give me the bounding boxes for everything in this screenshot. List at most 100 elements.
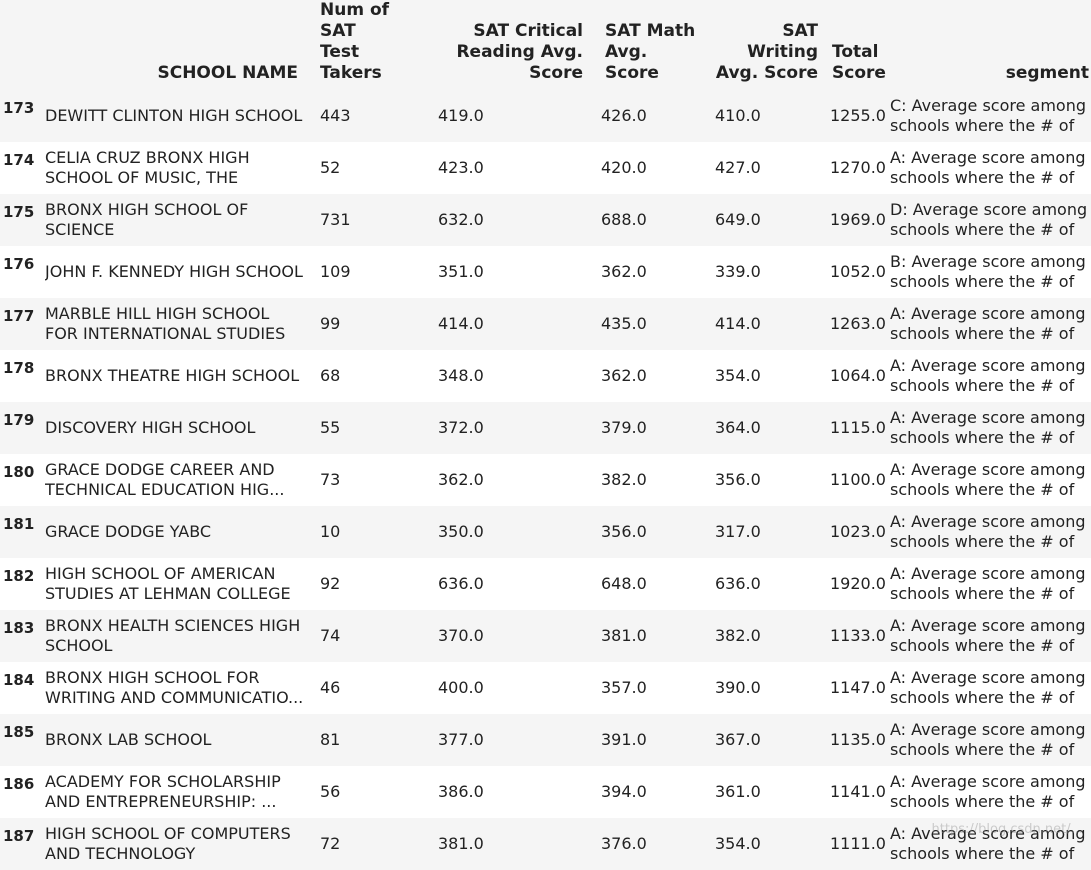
row-index: 179: [3, 411, 35, 429]
cell-school-name: BRONX HIGH SCHOOL OF SCIENCE: [45, 194, 310, 246]
cell-critical-reading: 632.0: [438, 210, 484, 229]
row-index: 185: [3, 723, 35, 741]
cell-critical-reading: 414.0: [438, 314, 484, 333]
cell-school-name-text: BRONX HEALTH SCIENCES HIGH SCHOOL: [45, 616, 301, 655]
cell-total-score: 1111.0: [830, 834, 886, 853]
cell-segment-text: A: Average score among schools where the…: [890, 356, 1086, 395]
cell-segment: A: Average score among schools where the…: [886, 142, 1091, 194]
cell-school-name-text: BRONX HIGH SCHOOL FOR WRITING AND COMMUN…: [45, 668, 304, 707]
cell-total-score: 1133.0: [830, 626, 886, 645]
cell-math: 382.0: [601, 470, 647, 489]
cell-school-name-text: CELIA CRUZ BRONX HIGH SCHOOL OF MUSIC, T…: [45, 148, 250, 187]
cell-critical-reading: 351.0: [438, 262, 484, 281]
table-row: 178 BRONX THEATRE HIGH SCHOOL 68 348.0 362.0…: [0, 350, 1091, 402]
cell-school-name-text: BRONX HIGH SCHOOL OF SCIENCE: [45, 200, 249, 239]
cell-school-name: DISCOVERY HIGH SCHOOL: [45, 402, 310, 454]
cell-total-score: 1255.0: [830, 106, 886, 125]
cell-writing: 390.0: [715, 678, 761, 697]
cell-segment: A: Average score among schools where the…: [886, 402, 1091, 454]
cell-segment: A: Average score among schools where the…: [886, 454, 1091, 506]
table-row: 176 JOHN F. KENNEDY HIGH SCHOOL 109 351.0 36…: [0, 246, 1091, 298]
cell-total-score: 1147.0: [830, 678, 886, 697]
cell-num-test-takers: 10: [320, 522, 341, 541]
table-row: 179 DISCOVERY HIGH SCHOOL 55 372.0 379.0 364.…: [0, 402, 1091, 454]
cell-school-name: MARBLE HILL HIGH SCHOOL FOR INTERNATIONA…: [45, 298, 310, 350]
table-row: 174 CELIA CRUZ BRONX HIGH SCHOOL OF MUSIC…: [0, 142, 1091, 194]
cell-writing: 410.0: [715, 106, 761, 125]
cell-segment: A: Average score among schools where the…: [886, 558, 1091, 610]
table-body: 173 DEWITT CLINTON HIGH SCHOOL 443 419.0 426…: [0, 90, 1091, 870]
cell-segment-text: A: Average score among schools where the…: [890, 668, 1086, 707]
cell-total-score: 1135.0: [830, 730, 886, 749]
cell-school-name-text: DISCOVERY HIGH SCHOOL: [45, 418, 256, 437]
cell-writing: 317.0: [715, 522, 761, 541]
cell-writing: 354.0: [715, 366, 761, 385]
table-row: 187 HIGH SCHOOL OF COMPUTERS AND TECHNOLO…: [0, 818, 1091, 870]
cell-segment-text: A: Average score among schools where the…: [890, 148, 1086, 187]
cell-segment: B: Average score among schools where the…: [886, 246, 1091, 298]
cell-segment: A: Average score among schools where the…: [886, 506, 1091, 558]
cell-num-test-takers: 46: [320, 678, 341, 697]
cell-segment-text: A: Average score among schools where the…: [890, 408, 1086, 447]
cell-segment: A: Average score among schools where the…: [886, 714, 1091, 766]
cell-critical-reading: 386.0: [438, 782, 484, 801]
cell-school-name-text: DEWITT CLINTON HIGH SCHOOL: [45, 106, 303, 125]
cell-num-test-takers: 68: [320, 366, 341, 385]
cell-writing: 361.0: [715, 782, 761, 801]
cell-math: 426.0: [601, 106, 647, 125]
table-row: 182 HIGH SCHOOL OF AMERICAN STUDIES AT LE…: [0, 558, 1091, 610]
table-row: 175 BRONX HIGH SCHOOL OF SCIENCE 731 632.0 6…: [0, 194, 1091, 246]
cell-math: 357.0: [601, 678, 647, 697]
row-index: 180: [3, 463, 35, 481]
table-row: 183 BRONX HEALTH SCIENCES HIGH SCHOOL 74 37…: [0, 610, 1091, 662]
table-row: 180 GRACE DODGE CAREER AND TECHNICAL EDUC…: [0, 454, 1091, 506]
cell-total-score: 1052.0: [830, 262, 886, 281]
row-index: 184: [3, 671, 35, 689]
cell-segment-text: A: Average score among schools where the…: [890, 772, 1086, 811]
cell-num-test-takers: 731: [320, 210, 351, 229]
cell-num-test-takers: 443: [320, 106, 351, 125]
cell-school-name-text: HIGH SCHOOL OF COMPUTERS AND TECHNOLOGY: [45, 824, 291, 863]
cell-total-score: 1100.0: [830, 470, 886, 489]
cell-school-name-text: BRONX LAB SCHOOL: [45, 730, 212, 749]
cell-segment: A: Average score among schools where the…: [886, 662, 1091, 714]
cell-num-test-takers: 99: [320, 314, 341, 333]
row-index: 175: [3, 203, 35, 221]
cell-segment-text: A: Average score among schools where the…: [890, 460, 1086, 499]
table-row: 186 ACADEMY FOR SCHOLARSHIP AND ENTREPREN…: [0, 766, 1091, 818]
cell-segment: A: Average score among schools where the…: [886, 350, 1091, 402]
cell-segment: D: Average score among schools where the…: [886, 194, 1091, 246]
column-header-num-sat-test-takers: Num of SAT Test Takers: [320, 0, 390, 83]
cell-segment-text: A: Average score among schools where the…: [890, 512, 1086, 551]
cell-segment-text: A: Average score among schools where the…: [890, 824, 1086, 863]
cell-segment: A: Average score among schools where the…: [886, 766, 1091, 818]
cell-total-score: 1115.0: [830, 418, 886, 437]
cell-school-name: ACADEMY FOR SCHOLARSHIP AND ENTREPRENEUR…: [45, 766, 310, 818]
cell-math: 394.0: [601, 782, 647, 801]
row-index: 174: [3, 151, 35, 169]
cell-critical-reading: 362.0: [438, 470, 484, 489]
cell-num-test-takers: 74: [320, 626, 341, 645]
column-header-sat-writing: SAT Writing Avg. Score: [715, 21, 818, 83]
cell-critical-reading: 377.0: [438, 730, 484, 749]
index-header: [0, 0, 45, 90]
cell-school-name-text: HIGH SCHOOL OF AMERICAN STUDIES AT LEHMA…: [45, 564, 291, 603]
column-header-school-name: SCHOOL NAME: [157, 63, 298, 83]
cell-segment: A: Average score among schools where the…: [886, 610, 1091, 662]
row-index: 183: [3, 619, 35, 637]
cell-num-test-takers: 72: [320, 834, 341, 853]
cell-segment-text: C: Average score among schools where the…: [890, 96, 1086, 135]
table-row: 181 GRACE DODGE YABC 10 350.0 356.0 317.0 1023…: [0, 506, 1091, 558]
cell-school-name: BRONX HEALTH SCIENCES HIGH SCHOOL: [45, 610, 310, 662]
cell-total-score: 1969.0: [830, 210, 886, 229]
cell-school-name: BRONX HIGH SCHOOL FOR WRITING AND COMMUN…: [45, 662, 310, 714]
cell-segment-text: A: Average score among schools where the…: [890, 564, 1086, 603]
cell-writing: 367.0: [715, 730, 761, 749]
row-index: 173: [3, 99, 35, 117]
table-header: SCHOOL NAME Num of SAT Test Takers SAT Cr…: [0, 0, 1091, 90]
cell-math: 356.0: [601, 522, 647, 541]
cell-school-name: CELIA CRUZ BRONX HIGH SCHOOL OF MUSIC, T…: [45, 142, 310, 194]
cell-num-test-takers: 92: [320, 574, 341, 593]
cell-school-name: HIGH SCHOOL OF AMERICAN STUDIES AT LEHMA…: [45, 558, 310, 610]
cell-critical-reading: 370.0: [438, 626, 484, 645]
